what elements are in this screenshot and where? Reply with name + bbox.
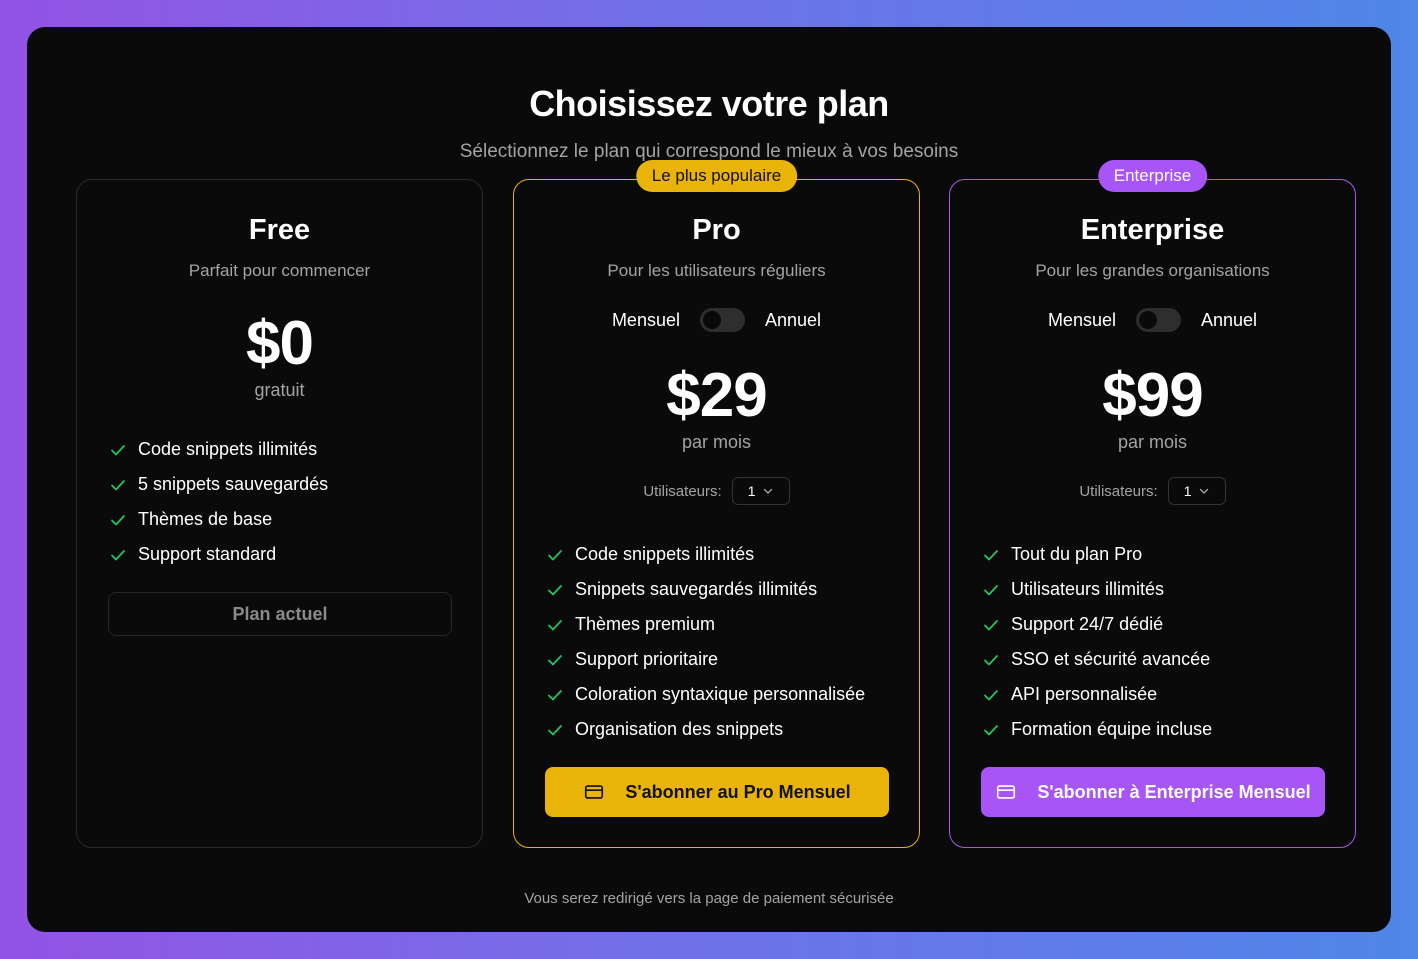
subscribe-enterprise-label: S'abonner à Enterprise Mensuel (1037, 781, 1311, 802)
chevron-down-icon (763, 488, 772, 494)
check-icon (984, 689, 998, 700)
users-select[interactable]: 1 (1167, 477, 1226, 505)
billing-period-toggle[interactable] (699, 308, 745, 332)
feature-label: Organisation des snippets (575, 719, 784, 739)
feature-item: Support 24/7 dédié (982, 607, 1212, 642)
users-select[interactable]: 1 (731, 477, 790, 505)
plan-price-unit: par mois (1117, 432, 1188, 452)
billing-monthly-label: Mensuel (611, 309, 680, 330)
plan-card-enterprise: Enterprise Enterprise Pour les grandes o… (949, 160, 1356, 848)
toggle-knob (702, 311, 721, 329)
check-icon (984, 549, 998, 560)
credit-card-icon (997, 785, 1016, 799)
feature-item: Snippets sauvegardés illimités (546, 572, 865, 607)
feature-item: Coloration syntaxique personnalisée (546, 677, 865, 712)
feature-label: Support standard (138, 544, 277, 564)
plan-price-unit: gratuit (254, 380, 305, 400)
billing-monthly-label: Mensuel (1047, 309, 1116, 330)
check-icon (984, 654, 998, 665)
page-title: Choisissez votre plan (529, 83, 889, 124)
current-plan-button[interactable]: Plan actuel (108, 592, 452, 636)
feature-item: Tout du plan Pro (982, 537, 1212, 572)
feature-label: Thèmes de base (138, 509, 273, 529)
billing-period-toggle[interactable] (1135, 308, 1181, 332)
feature-item: Thèmes premium (546, 607, 865, 642)
check-icon (548, 619, 562, 630)
feature-label: Support 24/7 dédié (1011, 614, 1164, 634)
check-icon (984, 724, 998, 735)
feature-item: Support standard (109, 537, 328, 572)
check-icon (548, 689, 562, 700)
feature-list: Tout du plan Pro Utilisateurs illimités Su… (982, 537, 1212, 747)
feature-label: Code snippets illimités (138, 439, 318, 459)
subscribe-enterprise-button[interactable]: S'abonner à Enterprise Mensuel (981, 767, 1325, 817)
feature-label: Support prioritaire (575, 649, 719, 669)
feature-item: Code snippets illimités (109, 432, 328, 467)
billing-annual-label: Annuel (1200, 309, 1258, 330)
feature-label: 5 snippets sauvegardés (138, 474, 329, 494)
plan-name: Pro (692, 214, 741, 246)
feature-label: SSO et sécurité avancée (1011, 649, 1211, 669)
feature-label: Formation équipe incluse (1011, 719, 1213, 739)
check-icon (111, 549, 125, 560)
check-icon (111, 444, 125, 455)
subscribe-pro-button[interactable]: S'abonner au Pro Mensuel (545, 767, 889, 817)
feature-label: Utilisateurs illimités (1011, 579, 1165, 599)
feature-label: Code snippets illimités (575, 544, 755, 564)
pricing-panel: Choisissez votre plan Sélectionnez le pl… (27, 27, 1391, 932)
chevron-down-icon (1199, 488, 1208, 494)
credit-card-icon (585, 785, 604, 799)
check-icon (984, 584, 998, 595)
plan-card-free: Free Parfait pour commencer $0 gratuit C… (76, 179, 483, 848)
feature-item: Thèmes de base (109, 502, 328, 537)
check-icon (548, 654, 562, 665)
feature-item: Organisation des snippets (546, 712, 865, 747)
popular-badge: Le plus populaire (635, 160, 798, 192)
users-row: Utilisateurs: 1 (514, 477, 919, 505)
feature-label: Coloration syntaxique personnalisée (575, 684, 866, 704)
plan-name: Free (248, 214, 311, 246)
check-icon (984, 619, 998, 630)
plan-price: $0 (246, 309, 314, 378)
plan-description: Pour les grandes organisations (1035, 261, 1270, 280)
enterprise-badge: Enterprise (1097, 160, 1208, 192)
plan-price: $99 (1102, 361, 1203, 430)
feature-item: 5 snippets sauvegardés (109, 467, 328, 502)
plan-price-unit: par mois (681, 432, 752, 452)
users-label: Utilisateurs: (643, 482, 722, 500)
feature-label: Thèmes premium (575, 614, 716, 634)
feature-list: Code snippets illimités Snippets sauvegar… (546, 537, 865, 747)
feature-item: API personnalisée (982, 677, 1212, 712)
feature-label: Tout du plan Pro (1011, 544, 1143, 564)
users-row: Utilisateurs: 1 (950, 477, 1355, 505)
feature-item: Utilisateurs illimités (982, 572, 1212, 607)
plan-description: Parfait pour commencer (188, 261, 371, 280)
check-icon (111, 479, 125, 490)
subscribe-pro-label: S'abonner au Pro Mensuel (625, 781, 851, 802)
redirect-note: Vous serez redirigé vers la page de paie… (524, 890, 894, 907)
check-icon (548, 549, 562, 560)
check-icon (548, 724, 562, 735)
billing-toggle-row: Mensuel Annuel (514, 308, 919, 332)
plan-name: Enterprise (1080, 214, 1225, 246)
billing-toggle-row: Mensuel Annuel (950, 308, 1355, 332)
feature-label: API personnalisée (1011, 684, 1158, 704)
check-icon (111, 514, 125, 525)
feature-item: SSO et sécurité avancée (982, 642, 1212, 677)
plan-description: Pour les utilisateurs réguliers (607, 261, 826, 280)
billing-annual-label: Annuel (764, 309, 822, 330)
users-select-value: 1 (1183, 483, 1192, 499)
users-select-value: 1 (747, 483, 756, 499)
check-icon (548, 584, 562, 595)
plan-card-pro: Le plus populaire Pro Pour les utilisate… (513, 160, 920, 848)
users-label: Utilisateurs: (1079, 482, 1158, 500)
feature-item: Support prioritaire (546, 642, 865, 677)
feature-label: Snippets sauvegardés illimités (575, 579, 818, 599)
plan-price: $29 (666, 361, 767, 430)
feature-item: Formation équipe incluse (982, 712, 1212, 747)
feature-list: Code snippets illimités 5 snippets sauveg… (109, 432, 328, 572)
toggle-knob (1138, 311, 1157, 329)
feature-item: Code snippets illimités (546, 537, 865, 572)
